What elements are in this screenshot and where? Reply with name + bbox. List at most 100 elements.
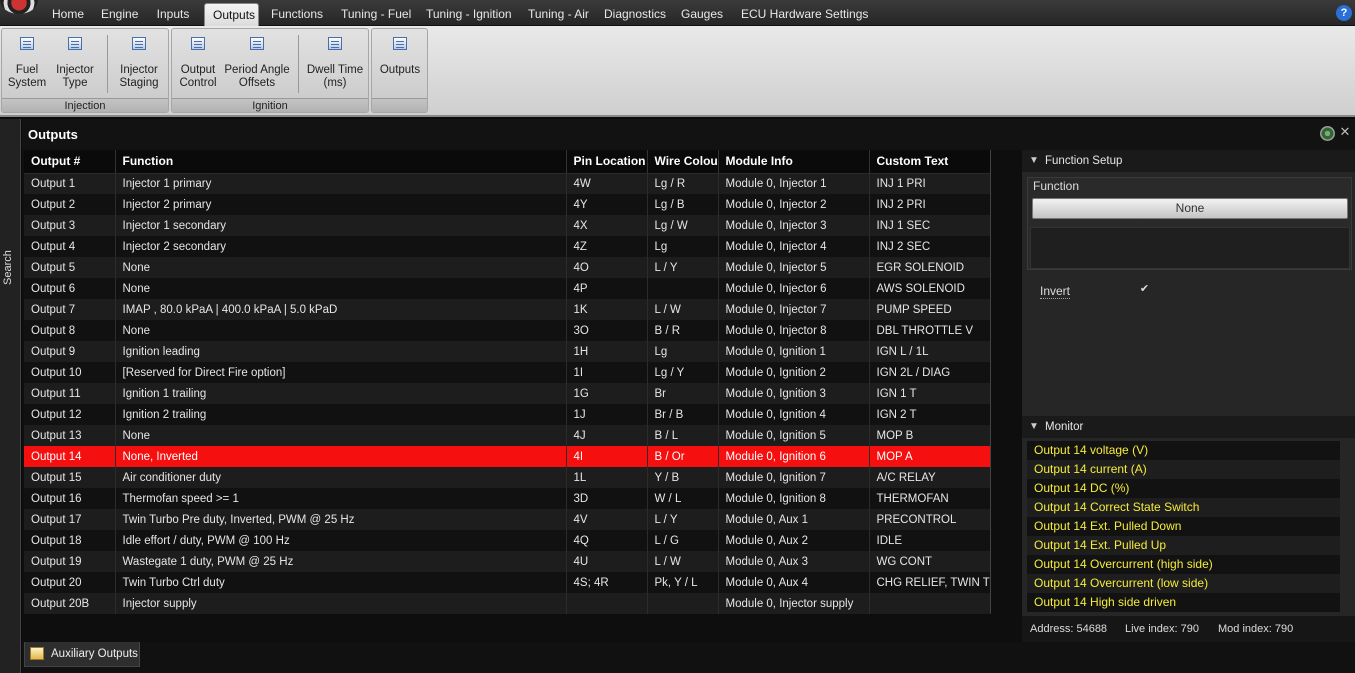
cell-wire-colour[interactable]: L / W [647,299,719,320]
cell-pin-location[interactable]: 1J [566,404,648,425]
table-row[interactable]: Output 13 None 4J B / L Module 0, Ignition 5… [24,425,991,446]
cell-function[interactable]: Ignition 2 trailing [115,404,567,425]
cell-module-info[interactable]: Module 0, Ignition 3 [718,383,870,404]
table-row[interactable]: Output 6 None 4P Module 0, Injector 6 AWS SO… [24,278,991,299]
cell-module-info[interactable]: Module 0, Injector 6 [718,278,870,299]
cell-module-info[interactable]: Module 0, Aux 1 [718,509,870,530]
cell-pin-location[interactable]: 4P [566,278,648,299]
monitor-item[interactable]: Output 14 current (A) [1027,460,1340,479]
cell-output-number[interactable]: Output 3 [24,215,116,236]
cell-custom-text[interactable]: PRECONTROL [869,509,991,530]
cell-module-info[interactable]: Module 0, Injector 8 [718,320,870,341]
cell-custom-text[interactable]: INJ 2 SEC [869,236,991,257]
function-setup-header[interactable]: ▼ Function Setup [1022,150,1355,172]
table-row[interactable]: Output 4 Injector 2 secondary 4Z Lg Module 0… [24,236,991,257]
monitor-header[interactable]: ▼ Monitor [1022,416,1355,438]
table-row[interactable]: Output 7 IMAP , 80.0 kPaA | 400.0 kPaA | … [24,299,991,320]
column-header-pin-location[interactable]: Pin Location [566,150,648,174]
cell-wire-colour[interactable]: Lg [647,341,719,362]
injector-staging-button[interactable]: Injector Staging [114,33,164,90]
app-logo-icon[interactable] [0,0,38,14]
table-row[interactable]: Output 2 Injector 2 primary 4Y Lg / B Module… [24,194,991,215]
cell-function[interactable]: None [115,278,567,299]
table-row[interactable]: Output 3 Injector 1 secondary 4X Lg / W Modu… [24,215,991,236]
cell-function[interactable]: Idle effort / duty, PWM @ 100 Hz [115,530,567,551]
cell-custom-text[interactable]: AWS SOLENOID [869,278,991,299]
cell-function[interactable]: None [115,425,567,446]
cell-output-number[interactable]: Output 11 [24,383,116,404]
table-row[interactable]: Output 16 Thermofan speed >= 1 3D W / L Modu… [24,488,991,509]
cell-function[interactable]: IMAP , 80.0 kPaA | 400.0 kPaA | 5.0 kPaD [115,299,567,320]
monitor-item[interactable]: Output 14 High side driven [1027,593,1340,612]
cell-module-info[interactable]: Module 0, Injector 4 [718,236,870,257]
cell-wire-colour[interactable] [647,278,719,299]
cell-pin-location[interactable]: 4W [566,173,648,194]
monitor-item[interactable]: Output 14 Overcurrent (low side) [1027,574,1340,593]
fuel-system-button[interactable]: Fuel System [7,33,47,90]
cell-wire-colour[interactable]: Br / B [647,404,719,425]
table-row[interactable]: Output 9 Ignition leading 1H Lg Module 0, Ig… [24,341,991,362]
cell-output-number[interactable]: Output 12 [24,404,116,425]
gauge-icon[interactable] [1320,126,1335,141]
cell-custom-text[interactable]: IGN 2 T [869,404,991,425]
table-row-selected[interactable]: Output 14 None, Inverted 4I B / Or Module 0,… [24,446,991,467]
cell-module-info[interactable]: Module 0, Injector 5 [718,257,870,278]
monitor-item[interactable]: Output 14 Correct State Switch [1027,498,1340,517]
cell-module-info[interactable]: Module 0, Ignition 2 [718,362,870,383]
cell-wire-colour[interactable]: Lg / R [647,173,719,194]
cell-wire-colour[interactable]: L / G [647,530,719,551]
cell-function[interactable]: None [115,257,567,278]
cell-wire-colour[interactable]: Br [647,383,719,404]
cell-pin-location[interactable]: 3O [566,320,648,341]
cell-function[interactable]: Air conditioner duty [115,467,567,488]
cell-function[interactable]: Injector 2 secondary [115,236,567,257]
cell-output-number[interactable]: Output 8 [24,320,116,341]
cell-output-number[interactable]: Output 6 [24,278,116,299]
table-row[interactable]: Output 18 Idle effort / duty, PWM @ 100 H… [24,530,991,551]
cell-output-number[interactable]: Output 15 [24,467,116,488]
cell-output-number[interactable]: Output 14 [24,446,116,467]
cell-module-info[interactable]: Module 0, Ignition 1 [718,341,870,362]
cell-output-number[interactable]: Output 20 [24,572,116,593]
cell-wire-colour[interactable]: Lg [647,236,719,257]
cell-module-info[interactable]: Module 0, Ignition 7 [718,467,870,488]
monitor-item[interactable]: Output 14 Ext. Pulled Down [1027,517,1340,536]
cell-output-number[interactable]: Output 7 [24,299,116,320]
cell-wire-colour[interactable]: L / W [647,551,719,572]
cell-output-number[interactable]: Output 19 [24,551,116,572]
output-control-button[interactable]: Output Control [178,33,218,90]
cell-wire-colour[interactable]: Lg / B [647,194,719,215]
tab-tuning-fuel[interactable]: Tuning - Fuel [333,3,411,26]
cell-custom-text[interactable]: MOP A [869,446,991,467]
monitor-item[interactable]: Output 14 voltage (V) [1027,441,1340,460]
cell-pin-location[interactable]: 1I [566,362,648,383]
cell-output-number[interactable]: Output 4 [24,236,116,257]
tab-outputs[interactable]: Outputs [204,3,259,26]
column-header-function[interactable]: Function [115,150,567,174]
cell-module-info[interactable]: Module 0, Injector 7 [718,299,870,320]
cell-function[interactable]: Twin Turbo Ctrl duty [115,572,567,593]
cell-function[interactable]: [Reserved for Direct Fire option] [115,362,567,383]
function-select[interactable]: None [1032,198,1348,219]
tab-ecu-hardware-settings[interactable]: ECU Hardware Settings [733,3,868,26]
table-row[interactable]: Output 1 Injector 1 primary 4W Lg / R Module… [24,173,991,194]
table-row[interactable]: Output 19 Wastegate 1 duty, PWM @ 25 Hz 4U… [24,551,991,572]
cell-custom-text[interactable]: THERMOFAN [869,488,991,509]
cell-function[interactable]: Injector 1 primary [115,173,567,194]
invert-checkbox[interactable]: ✔ [1137,282,1152,296]
cell-output-number[interactable]: Output 13 [24,425,116,446]
cell-function[interactable]: Ignition leading [115,341,567,362]
cell-custom-text[interactable]: WG CONT [869,551,991,572]
cell-pin-location[interactable]: 3D [566,488,648,509]
table-row[interactable]: Output 17 Twin Turbo Pre duty, Inverted, … [24,509,991,530]
cell-custom-text[interactable]: IGN L / 1L [869,341,991,362]
cell-module-info[interactable]: Module 0, Injector 1 [718,173,870,194]
close-icon[interactable]: ✕ [1338,124,1352,140]
outputs-button[interactable]: Outputs [377,33,423,77]
cell-custom-text[interactable]: A/C RELAY [869,467,991,488]
cell-pin-location[interactable]: 4Y [566,194,648,215]
cell-custom-text[interactable]: INJ 1 PRI [869,173,991,194]
cell-output-number[interactable]: Output 17 [24,509,116,530]
cell-pin-location[interactable]: 4Q [566,530,648,551]
cell-module-info[interactable]: Module 0, Ignition 5 [718,425,870,446]
